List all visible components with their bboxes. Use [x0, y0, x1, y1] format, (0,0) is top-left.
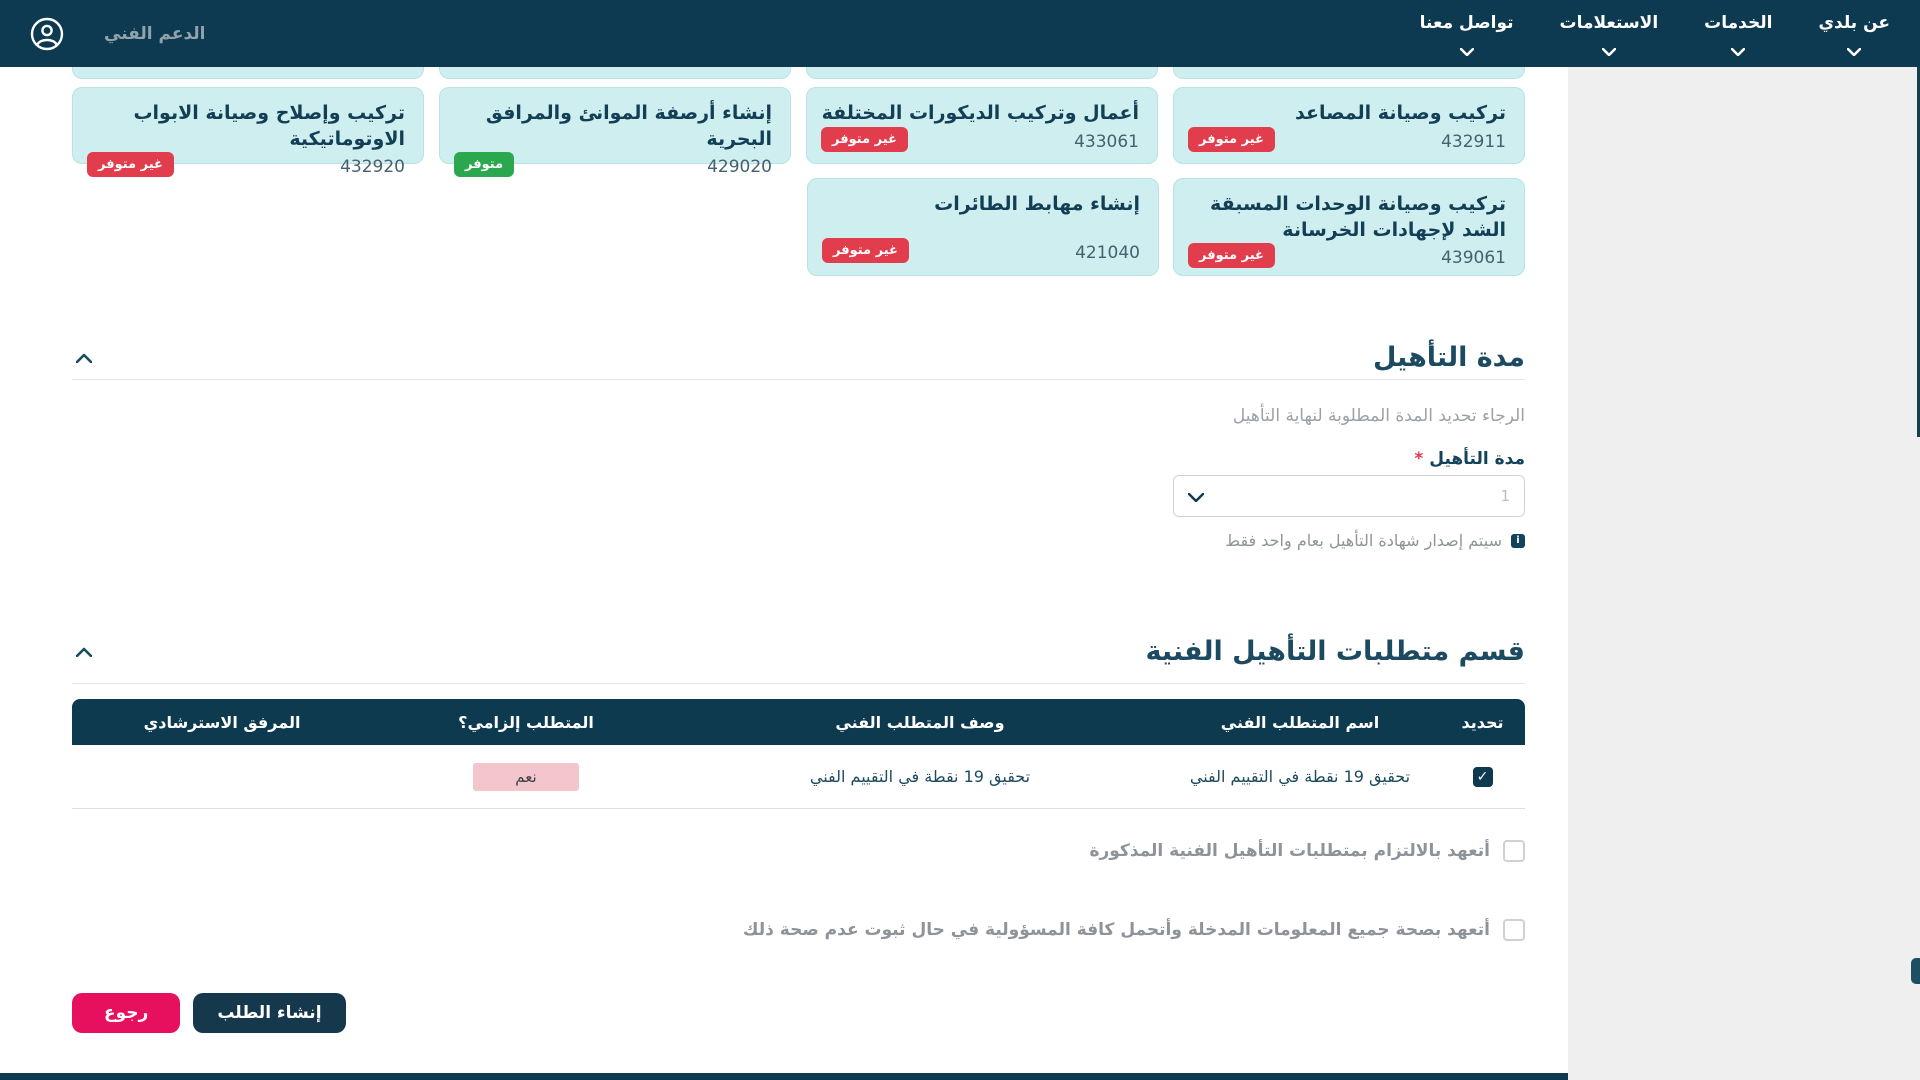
section-divider	[72, 379, 1525, 380]
footer-strip	[0, 1073, 1568, 1080]
agreement-row: أتعهد بصحة جميع المعلومات المدخلة وأتحمل…	[72, 919, 1525, 941]
select-cell: ✓	[1440, 745, 1525, 809]
table-header-requirement-name: اسم المتطلب الفني	[1160, 699, 1440, 745]
collapse-section-button[interactable]	[72, 349, 96, 367]
availability-badge: غير متوفر	[87, 152, 174, 177]
service-card-title: تركيب وإصلاح وصيانة الابواب الاوتوماتيكي…	[87, 101, 405, 152]
nav-label: عن بلدي	[1818, 13, 1890, 33]
chevron-down-icon	[1460, 41, 1474, 60]
service-card-title: تركيب وصيانة الوحدات المسبقة الشد لإجهاد…	[1188, 192, 1506, 243]
service-code: 433061	[1074, 132, 1139, 152]
page: عن بلدي الخدمات الاستعلامات تواصل معنا ا…	[0, 0, 1920, 1080]
section-title: قسم متطلبات التأهيل الفنية	[1145, 636, 1525, 667]
cutoff-card-row	[72, 67, 1525, 79]
agreement-row: أتعهد بالالتزام بمتطلبات التأهيل الفنية …	[72, 840, 1525, 862]
cutoff-card	[1173, 67, 1525, 79]
table-header-select: تحديد	[1440, 699, 1525, 745]
service-card-title: إنشاء مهابط الطائرات	[822, 192, 1140, 218]
service-code: 432911	[1441, 132, 1506, 152]
service-card[interactable]: تركيب وصيانة المصاعد 432911 غير متوفر	[1173, 87, 1525, 164]
table-header-requirement-description: وصف المتطلب الفني	[680, 699, 1160, 745]
requirement-description-cell: تحقيق 19 نقطة في التقييم الفني	[680, 745, 1160, 809]
mandatory-badge: نعم	[473, 763, 578, 791]
chevron-down-icon	[1188, 487, 1204, 506]
header: عن بلدي الخدمات الاستعلامات تواصل معنا ا…	[0, 0, 1920, 67]
table-header-guidance-attachment: المرفق الاسترشادي	[72, 699, 372, 745]
section-title: مدة التأهيل	[1373, 342, 1525, 373]
nav-label: الاستعلامات	[1560, 13, 1659, 33]
chevron-down-icon	[1847, 41, 1861, 60]
requirement-name-cell: تحقيق 19 نقطة في التقييم الفني	[1160, 745, 1440, 809]
period-field-label: مدة التأهيل*	[72, 449, 1525, 469]
nav-item-contact-us[interactable]: تواصل معنا	[1420, 13, 1514, 60]
chevron-up-icon	[76, 645, 92, 660]
service-card[interactable]: إنشاء أرصفة الموانئ والمرافق البحرية 429…	[439, 87, 791, 164]
availability-badge: غير متوفر	[821, 127, 908, 152]
service-card-title: أعمال وتركيب الديكورات المختلفة	[821, 101, 1139, 127]
period-select[interactable]: 1	[1173, 475, 1525, 517]
nav-item-about-balady[interactable]: عن بلدي	[1818, 13, 1890, 60]
period-hint-text: الرجاء تحديد المدة المطلوبة لنهاية التأه…	[72, 406, 1525, 426]
service-code: 432920	[340, 157, 405, 177]
service-card-title: إنشاء أرصفة الموانئ والمرافق البحرية	[454, 101, 772, 152]
side-panel	[1568, 67, 1920, 1080]
nav-item-services[interactable]: الخدمات	[1704, 13, 1772, 60]
cutoff-card	[72, 67, 424, 79]
availability-badge: غير متوفر	[1188, 243, 1275, 268]
service-card[interactable]: إنشاء مهابط الطائرات 421040 غير متوفر	[807, 178, 1159, 276]
service-card[interactable]: تركيب وإصلاح وصيانة الابواب الاوتوماتيكي…	[72, 87, 424, 164]
agreement-checkbox[interactable]	[1503, 919, 1525, 941]
table-row: ✓ تحقيق 19 نقطة في التقييم الفني تحقيق 1…	[72, 745, 1525, 809]
cutoff-card	[806, 67, 1158, 79]
service-cards-row-1: تركيب وصيانة المصاعد 432911 غير متوفر أع…	[72, 87, 1525, 164]
service-code: 421040	[1075, 243, 1140, 263]
service-card[interactable]: تركيب وصيانة الوحدات المسبقة الشد لإجهاد…	[1173, 178, 1525, 276]
service-card[interactable]: أعمال وتركيب الديكورات المختلفة 433061 غ…	[806, 87, 1158, 164]
table-header-mandatory: المتطلب إلزامي؟	[372, 699, 680, 745]
create-request-button[interactable]: إنشاء الطلب	[193, 993, 345, 1033]
header-left-group: الدعم الفني	[0, 17, 205, 51]
form-actions: إنشاء الطلب رجوع	[72, 993, 1525, 1033]
select-value: 1	[1500, 487, 1510, 505]
availability-badge: متوفر	[454, 152, 514, 177]
main-nav: عن بلدي الخدمات الاستعلامات تواصل معنا	[1420, 0, 1920, 67]
service-cards-row-2: تركيب وصيانة الوحدات المسبقة الشد لإجهاد…	[72, 178, 1525, 276]
availability-badge: غير متوفر	[822, 238, 909, 263]
availability-badge: غير متوفر	[1188, 127, 1275, 152]
service-code: 429020	[707, 157, 772, 177]
info-icon: i	[1511, 534, 1525, 548]
section-divider	[72, 683, 1525, 684]
scrollbar-thumb[interactable]	[1911, 958, 1920, 984]
back-button[interactable]: رجوع	[72, 993, 180, 1033]
nav-label: الخدمات	[1704, 13, 1772, 33]
agreement-checkbox[interactable]	[1503, 840, 1525, 862]
section-qualification-period-header: مدة التأهيل	[72, 342, 1525, 373]
requirements-table: تحديد اسم المتطلب الفني وصف المتطلب الفن…	[72, 699, 1525, 809]
row-select-checkbox-checked[interactable]: ✓	[1473, 767, 1493, 787]
technical-support-label[interactable]: الدعم الفني	[104, 24, 205, 44]
collapse-section-button[interactable]	[72, 643, 96, 661]
service-code: 439061	[1441, 248, 1506, 268]
main-content: تركيب وصيانة المصاعد 432911 غير متوفر أع…	[72, 67, 1525, 1033]
table-header-row: تحديد اسم المتطلب الفني وصف المتطلب الفن…	[72, 699, 1525, 745]
period-note-line: i سيتم إصدار شهادة التأهيل بعام واحد فقط	[72, 531, 1525, 550]
chevron-down-icon	[1731, 41, 1745, 60]
required-asterisk: *	[1414, 449, 1423, 469]
agreement-label: أتعهد بصحة جميع المعلومات المدخلة وأتحمل…	[743, 920, 1490, 940]
chevron-down-icon	[1602, 41, 1616, 60]
cutoff-card	[439, 67, 791, 79]
agreement-label: أتعهد بالالتزام بمتطلبات التأهيل الفنية …	[1089, 841, 1490, 861]
nav-label: تواصل معنا	[1420, 13, 1514, 33]
mandatory-cell: نعم	[372, 745, 680, 809]
user-account-icon[interactable]	[30, 17, 64, 51]
service-card-title: تركيب وصيانة المصاعد	[1188, 101, 1506, 127]
period-note-text: سيتم إصدار شهادة التأهيل بعام واحد فقط	[1225, 531, 1502, 550]
attachment-cell	[72, 745, 372, 809]
section-technical-requirements-header: قسم متطلبات التأهيل الفنية	[72, 636, 1525, 667]
chevron-up-icon	[76, 351, 92, 366]
nav-item-inquiries[interactable]: الاستعلامات	[1560, 13, 1659, 60]
